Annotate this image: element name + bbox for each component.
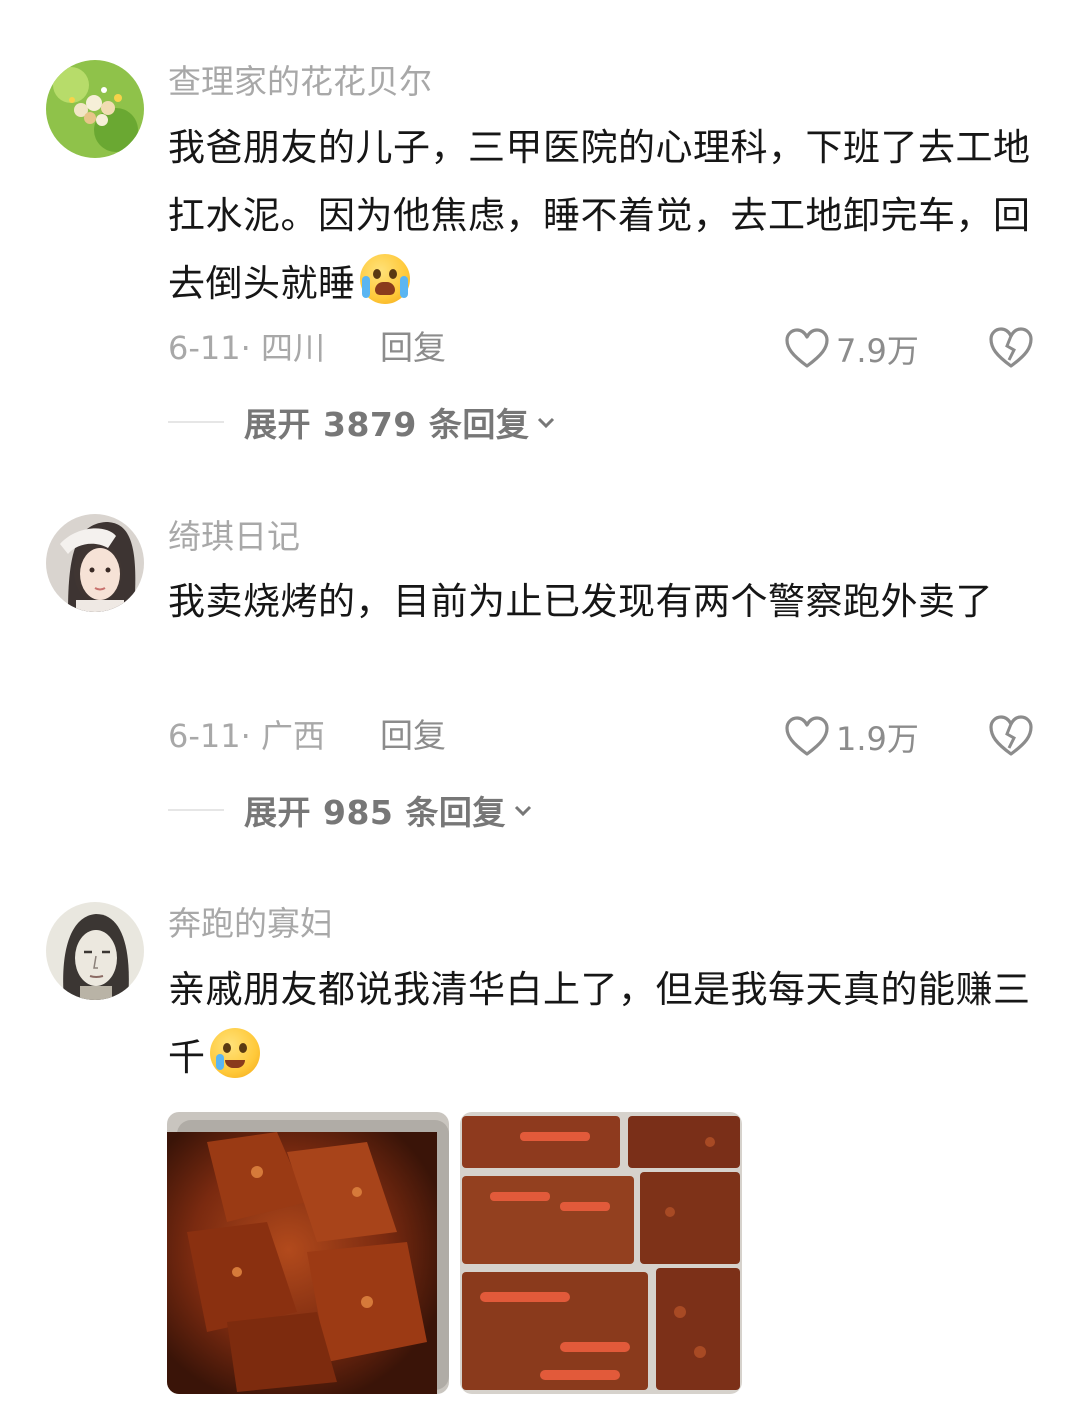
braised-food-trays-photo[interactable]	[460, 1112, 742, 1394]
broken-heart-icon[interactable]	[988, 714, 1034, 758]
reply-button[interactable]: 回复	[380, 328, 446, 368]
expand-replies-label: 展开 985 条回复	[244, 793, 506, 832]
divider-line	[168, 809, 224, 811]
avatar[interactable]	[46, 60, 144, 158]
heart-icon	[785, 716, 829, 756]
expand-replies-label: 展开 3879 条回复	[244, 405, 530, 444]
reply-button[interactable]: 回复	[380, 716, 446, 756]
comment-text: 亲戚朋友都说我清华白上了，但是我每天真的能赚三千	[168, 956, 1038, 1092]
expand-replies[interactable]: 展开 3879 条回复	[168, 402, 557, 444]
chevron-down-icon	[514, 805, 531, 817]
divider-line	[168, 421, 224, 423]
like-button[interactable]: 7.9万	[784, 326, 919, 372]
avatar[interactable]	[46, 902, 144, 1000]
crying-laughing-emoji-icon	[359, 254, 410, 304]
chevron-down-icon	[538, 417, 555, 429]
like-count: 7.9万	[836, 332, 919, 370]
like-button[interactable]: 1.9万	[784, 714, 919, 760]
braised-duck-wings-photo[interactable]	[167, 1112, 449, 1394]
username[interactable]: 绮琪日记	[168, 517, 300, 557]
comment-text: 我卖烧烤的，目前为止已发现有两个警察跑外卖了	[168, 580, 993, 623]
username[interactable]: 奔跑的寡妇	[168, 904, 333, 944]
like-count: 1.9万	[836, 720, 919, 758]
expand-replies[interactable]: 展开 985 条回复	[168, 790, 534, 832]
comment-text-content: 我爸朋友的儿子，三甲医院的心理科，下班了去工地扛水泥。因为他焦虑，睡不着觉，去工…	[168, 126, 1031, 305]
tearful-smile-emoji-icon	[209, 1028, 260, 1078]
comment-text: 我爸朋友的儿子，三甲医院的心理科，下班了去工地扛水泥。因为他焦虑，睡不着觉，去工…	[168, 114, 1038, 318]
avatar[interactable]	[46, 514, 144, 612]
username[interactable]: 查理家的花花贝尔	[168, 62, 432, 102]
broken-heart-icon[interactable]	[988, 326, 1034, 370]
comment-text-content: 亲戚朋友都说我清华白上了，但是我每天真的能赚三千	[168, 968, 1031, 1079]
date-location: 6-11· 四川	[168, 329, 325, 367]
date-location: 6-11· 广西	[168, 717, 325, 755]
heart-icon	[785, 328, 829, 368]
